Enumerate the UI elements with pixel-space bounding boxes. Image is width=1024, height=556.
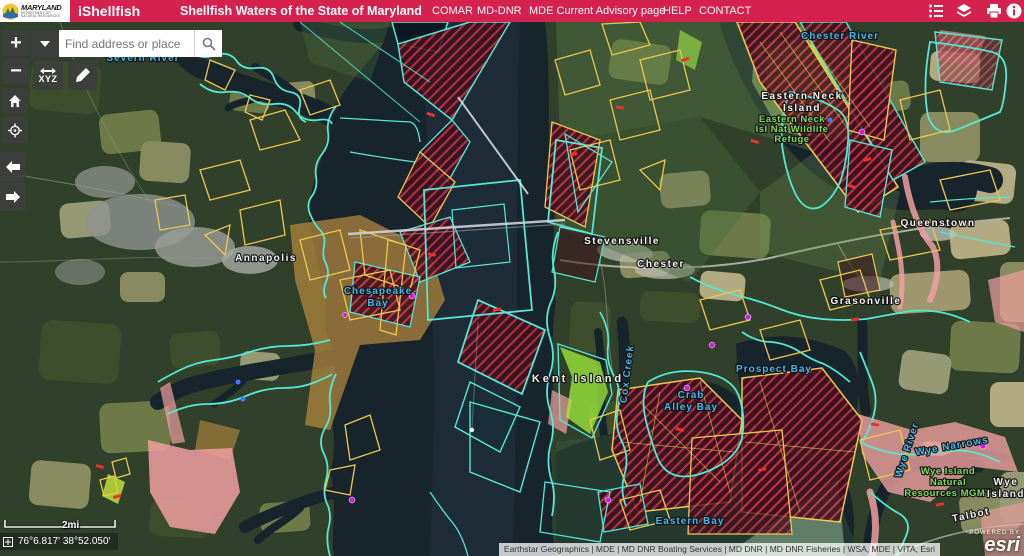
map-label-queenstown: Queenstown xyxy=(900,218,975,229)
home-button[interactable] xyxy=(2,88,28,114)
app-header: MARYLAND DEPARTMENT OF NATURAL RESOURCES… xyxy=(0,0,1024,22)
app-title: iShellfish xyxy=(78,3,140,19)
map-label-eastern-bay: Eastern Bay xyxy=(656,516,725,527)
search-submit-button[interactable] xyxy=(194,30,222,57)
chevron-down-icon xyxy=(40,41,50,47)
map-label-grasonville: Grasonville xyxy=(831,296,902,307)
map-label-wye-mgmt-1: Wye Island xyxy=(921,466,975,477)
map-label-chesapeake-bay-2: Bay xyxy=(367,298,388,309)
nav-link-md-dnr[interactable]: MD-DNR xyxy=(477,5,522,17)
search-icon xyxy=(202,37,216,51)
map-label-annapolis: Annapolis xyxy=(235,253,297,264)
map-label-eastern-neck-island-2: Island xyxy=(783,103,821,114)
zoom-in-button[interactable]: + xyxy=(2,30,30,56)
arrow-left-icon xyxy=(6,161,20,173)
logo-line3: NATURAL RESOURCES xyxy=(21,15,61,18)
pencil-icon xyxy=(75,67,91,83)
map-label-wye-island-1: Wye xyxy=(994,477,1019,488)
next-extent-button[interactable] xyxy=(0,182,26,211)
xyz-coordinates-button[interactable]: XYZ xyxy=(33,60,63,90)
scale-bar xyxy=(4,516,116,534)
map-label-chester-river: Chester River xyxy=(801,31,879,42)
map-label-prospect-bay: Prospect Bay xyxy=(736,364,812,375)
legend-icon xyxy=(928,3,944,19)
xyz-label: XYZ xyxy=(39,75,58,84)
maryland-dnr-logo-icon xyxy=(2,3,19,20)
map-label-wye-mgmt-3: Resources MGMT xyxy=(904,488,991,499)
esri-logo-text: esri xyxy=(969,536,1020,554)
map-label-eastern-neck-island-1: Eastern Neck xyxy=(761,91,842,102)
map-label-chesapeake-bay-1: Chesapeake xyxy=(344,286,412,297)
print-button[interactable] xyxy=(986,3,1002,19)
search-source-dropdown[interactable] xyxy=(31,30,59,57)
ishellfish-app: { "header": { "background_color": "#d521… xyxy=(0,0,1024,556)
map-label-crab-alley-bay-1: Crab xyxy=(678,390,705,401)
arrow-right-icon xyxy=(6,191,20,203)
map-label-wye-island-2: Island xyxy=(987,489,1024,500)
coordinates-value: 76°6.817' 38°52.050' xyxy=(18,536,110,547)
locate-icon xyxy=(8,123,22,138)
search-widget xyxy=(31,30,222,57)
scale-bar-label: 2mi xyxy=(62,520,79,531)
maryland-dnr-logo[interactable]: MARYLAND DEPARTMENT OF NATURAL RESOURCES xyxy=(0,0,70,22)
zoom-out-button[interactable]: − xyxy=(2,58,30,84)
esri-logo: POWERED BY esri xyxy=(969,530,1020,554)
map-label-stevensville: Stevensville xyxy=(584,236,660,247)
locate-button[interactable] xyxy=(2,117,28,143)
attribution: Earthstar Geographics | MDE | MD DNR Boa… xyxy=(499,543,940,556)
layers-button[interactable] xyxy=(956,3,972,19)
coordinates-display: 76°6.817' 38°52.050' xyxy=(0,533,118,550)
draw-tool-button[interactable] xyxy=(68,60,98,90)
map-label-refuge-3: Refuge xyxy=(774,134,809,145)
print-icon xyxy=(986,3,1002,19)
map-label-wye-mgmt-2: Natural xyxy=(930,477,966,488)
nav-link-mde-advisory[interactable]: MDE Current Advisory page xyxy=(529,5,665,17)
nav-link-contact[interactable]: CONTACT xyxy=(699,5,751,17)
info-button[interactable] xyxy=(1006,3,1022,19)
map-label-kent-island: Kent Island xyxy=(532,373,624,385)
crosshair-icon[interactable] xyxy=(3,537,13,547)
page-title: Shellfish Waters of the State of Marylan… xyxy=(180,4,422,18)
search-input[interactable] xyxy=(59,30,194,57)
map-canvas[interactable]: Severn River Annapolis Chesapeake Bay St… xyxy=(0,22,1024,556)
layers-icon xyxy=(956,3,972,19)
nav-link-comar[interactable]: COMAR xyxy=(432,5,473,17)
map-label-crab-alley-bay-2: Alley Bay xyxy=(664,402,718,413)
info-icon xyxy=(1006,3,1022,19)
map-label-chester: Chester xyxy=(637,259,685,270)
home-icon xyxy=(8,94,22,108)
legend-button[interactable] xyxy=(928,3,944,19)
previous-extent-button[interactable] xyxy=(0,152,26,181)
nav-link-help[interactable]: HELP xyxy=(663,5,692,17)
